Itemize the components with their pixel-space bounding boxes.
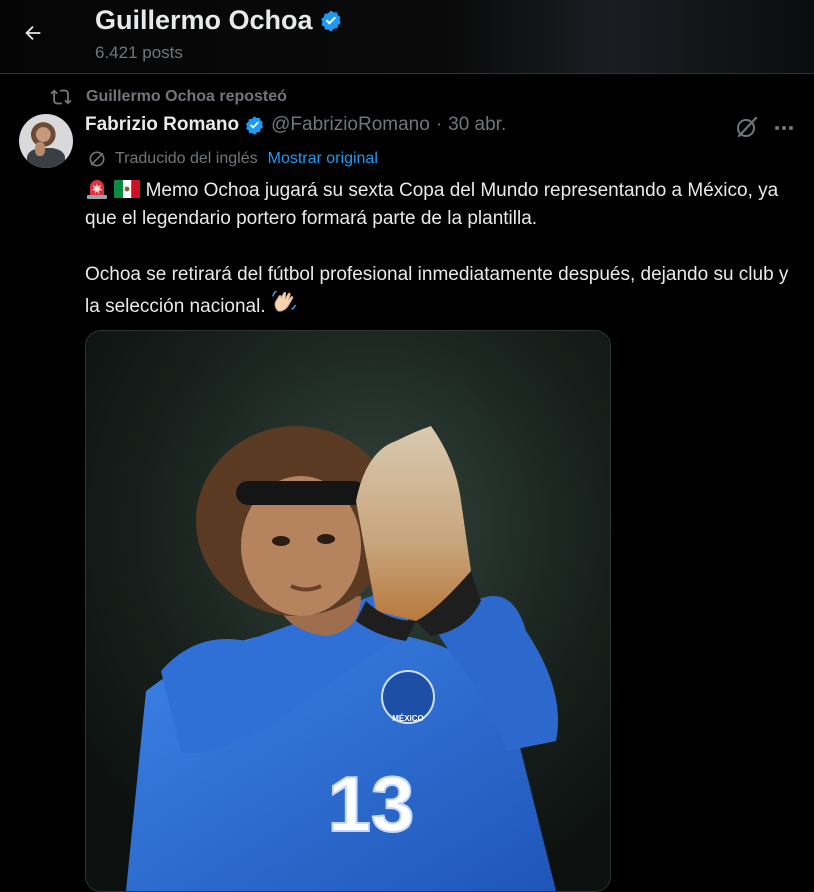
translated-label: Traducido del inglés [115,150,258,167]
posts-count: 6.421 posts [95,43,183,62]
tweet-author-row: Fabrizio Romano @FabrizioRomano · 30 abr… [85,114,506,136]
profile-header: Guillermo Ochoa 6.421 posts [0,0,814,74]
tweet-paragraph-2-text: Ochoa se retirará del fútbol profesional… [85,264,789,317]
mexico-flag-emoji-icon [114,180,141,198]
back-button[interactable] [14,14,52,52]
meta-separator: · [435,114,443,135]
tweet-paragraph-1-text: Memo Ochoa jugará su sexta Copa del Mund… [85,180,779,229]
show-original-link[interactable]: Mostrar original [268,150,378,168]
tweet-text: Memo Ochoa jugará su sexta Copa del Mund… [85,177,795,321]
avatar-hand [35,142,45,156]
page-title-text: Guillermo Ochoa [95,5,313,35]
repost-label: Guillermo Ochoa reposteó [86,88,287,105]
more-icon[interactable] [772,116,796,140]
translate-icon [89,151,105,167]
jersey-number: 13 [328,760,415,848]
avatar-shirt [27,148,65,168]
grok-icon[interactable] [735,115,759,139]
jersey-badge-text: MÉXICO [392,714,424,723]
tweet-paragraph-1: Memo Ochoa jugará su sexta Copa del Mund… [85,177,795,233]
repost-indicator[interactable]: Guillermo Ochoa reposteó [50,86,287,108]
verified-badge-icon [320,10,341,31]
author-name[interactable]: Fabrizio Romano [85,114,239,136]
waving-hand-emoji-icon [272,290,296,312]
tweet-date[interactable]: 30 abr. [448,114,506,136]
goalkeeper-photo: MÉXICO 13 [86,331,610,891]
repost-icon [50,89,72,105]
verified-badge-icon[interactable] [244,115,265,136]
avatar[interactable] [19,114,73,168]
page-title: Guillermo Ochoa [95,5,343,36]
tweet-paragraph-2: Ochoa se retirará del fútbol profesional… [85,261,795,321]
translation-notice: Traducido del inglés Mostrar original [87,149,378,169]
siren-emoji-icon [87,180,107,199]
arrow-left-icon [25,25,41,41]
tweet-media-image[interactable]: MÉXICO 13 [85,330,611,892]
author-handle[interactable]: @FabrizioRomano [271,114,430,136]
